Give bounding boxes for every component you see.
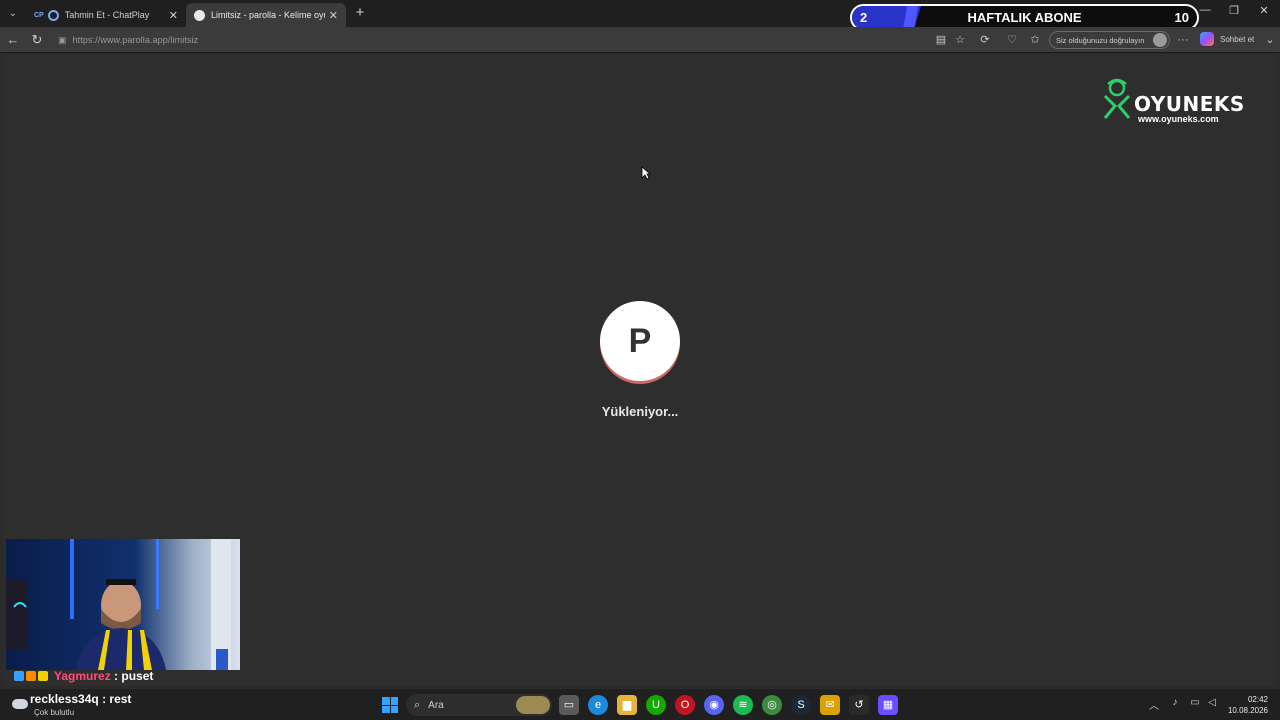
close-icon[interactable]: ✕ [169, 9, 178, 22]
search-icon: ⌕ [414, 698, 421, 711]
favorite-star-icon[interactable]: ☆ [952, 32, 968, 48]
copilot-button[interactable]: Sohbet et [1200, 32, 1254, 46]
chat-message: reckless34q : rest [30, 692, 131, 706]
new-tab-button[interactable]: + [352, 4, 368, 22]
chat-badges [14, 671, 50, 681]
windows-start-icon[interactable] [382, 697, 398, 713]
grid-app-icon[interactable]: ▦ [878, 695, 898, 715]
tab-chatplay[interactable]: CP Tahmin Et - ChatPlay ✕ [26, 3, 186, 27]
chevron-up-icon[interactable]: ︿ [1146, 697, 1162, 712]
weather-description: Çok bulutlu [34, 708, 75, 717]
url-text: https://www.parolla.app/limitsiz [72, 35, 199, 45]
favorites-icon[interactable]: ✩ [1027, 32, 1043, 48]
upwork-icon[interactable]: U [646, 695, 666, 715]
verify-identity-button[interactable]: Siz olduğunuzu doğrulayın [1049, 31, 1170, 49]
copilot-icon [1200, 32, 1214, 46]
parolla-favicon-icon [194, 9, 205, 21]
arrow-icon[interactable]: ↺ [849, 695, 869, 715]
profile-avatar[interactable] [1153, 33, 1167, 47]
site-info-icon[interactable]: ▣ [58, 35, 67, 46]
chat-username: reckless34q [30, 692, 99, 706]
steam-icon[interactable]: S [791, 695, 811, 715]
chat-username: Yagmurez [54, 669, 111, 683]
tab-title: Limitsiz - parolla - Kelime oyunu [211, 10, 325, 20]
brand-logo: OYUNEKS www.oyuneks.com [1102, 78, 1245, 126]
browser-toolbar: ← ↻ ▣ https://www.parolla.app/limitsiz ▤… [0, 27, 1280, 53]
taskbar: reckless34q : rest Çok bulutlu ⌕ Ara ▭ e… [0, 688, 1280, 720]
webcam-feed [6, 539, 240, 670]
close-icon[interactable]: ✕ [329, 9, 338, 22]
microphone-icon[interactable]: ♪ [1167, 697, 1183, 708]
mail-icon[interactable]: ✉ [820, 695, 840, 715]
search-highlight-image [516, 696, 550, 714]
search-placeholder: Ara [428, 699, 444, 711]
webcam-image [6, 539, 240, 670]
opera-icon[interactable]: O [675, 695, 695, 715]
cloud-icon [12, 699, 28, 709]
clock-date: 10.08.2026 [1227, 706, 1268, 715]
spotify-icon[interactable]: ≋ [733, 695, 753, 715]
network-icon[interactable]: ▭ [1187, 697, 1203, 708]
reader-mode-icon[interactable]: ▤ [933, 32, 949, 48]
taskbar-search[interactable]: ⌕ Ara [406, 694, 552, 716]
extension-icon[interactable]: ⟳ [977, 32, 993, 48]
chevron-down-icon[interactable]: ⌄ [1262, 32, 1278, 48]
chatplay-favicon-icon [47, 9, 59, 21]
badge-icon [14, 671, 24, 681]
loader-letter: P [628, 322, 652, 360]
chrome-icon[interactable]: ◎ [762, 695, 782, 715]
folder-icon[interactable]: ▆ [617, 695, 637, 715]
brand-site: www.oyuneks.com [1138, 114, 1219, 124]
edge-icon[interactable]: e [588, 695, 608, 715]
more-options-icon[interactable]: ··· [1175, 32, 1191, 48]
chat-separator: : [110, 669, 122, 683]
system-clock[interactable]: 02:42 10.08.2026 [1228, 694, 1268, 716]
refresh-icon[interactable]: ↻ [28, 31, 46, 49]
browser-essentials-icon[interactable]: ♡ [1004, 32, 1020, 48]
tab-title: Tahmin Et - ChatPlay [64, 10, 150, 20]
mouse-cursor-icon [641, 166, 651, 180]
tab-list-button[interactable]: ⌄ [4, 5, 22, 23]
mascot-icon [1103, 78, 1131, 119]
chat-text: puset [121, 669, 154, 683]
badge-icon [38, 671, 48, 681]
subscriber-goal-label: HAFTALIK ABONE [967, 10, 1082, 25]
loading-spinner: P [600, 301, 680, 381]
tab-prefix: CP [34, 11, 44, 19]
badge-icon [26, 671, 36, 681]
chat-text: rest [109, 692, 132, 706]
copilot-label: Sohbet et [1220, 34, 1255, 44]
clock-time: 02:42 [1247, 695, 1268, 704]
discord-icon[interactable]: ◉ [704, 695, 724, 715]
chat-separator: : [98, 692, 110, 706]
task-view-icon[interactable]: ▭ [559, 695, 579, 715]
restore-icon[interactable]: ❐ [1219, 4, 1249, 17]
tab-parolla[interactable]: Limitsiz - parolla - Kelime oyunu ✕ [186, 3, 346, 27]
loading-text: Yükleniyor... [601, 404, 679, 419]
subscriber-goal-target: 10 [1174, 10, 1189, 25]
back-arrow-icon[interactable]: ← [4, 31, 22, 49]
window-close-icon[interactable]: ✕ [1249, 4, 1279, 17]
verify-label: Siz olduğunuzu doğrulayın [1056, 35, 1145, 45]
brand-name: OYUNEKS [1134, 92, 1245, 116]
volume-icon[interactable]: ◁ [1204, 697, 1220, 708]
chat-message: Yagmurez : puset [14, 669, 153, 683]
address-bar[interactable]: ▣ https://www.parolla.app/limitsiz [52, 30, 932, 50]
